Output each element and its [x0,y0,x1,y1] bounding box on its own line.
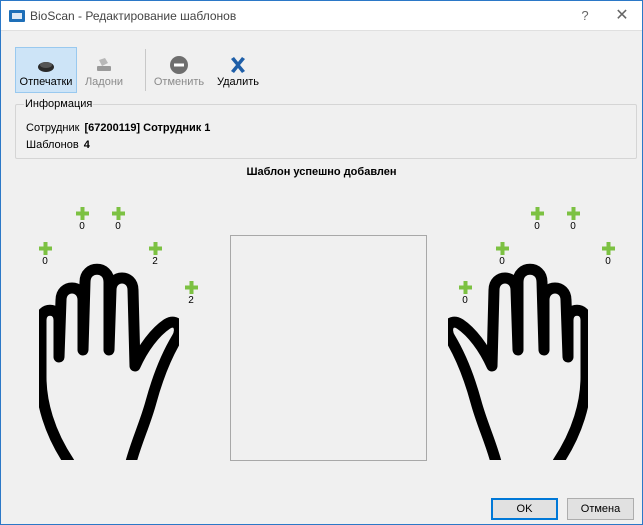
left-index-add[interactable]: 2 [143,242,167,267]
right-index-count: 0 [499,256,505,267]
templates-row: Шаблонов 4 [26,139,90,151]
add-plus-icon [458,281,472,294]
add-plus-icon [601,242,615,255]
left-middle-count: 0 [115,221,121,232]
cancel-button[interactable]: Отмена [567,498,634,520]
left-pinky-count: 0 [42,256,48,267]
add-plus-icon [111,207,125,220]
add-plus-icon [184,281,198,294]
add-plus-icon [148,242,162,255]
add-plus-icon [38,242,52,255]
templates-value: 4 [83,139,90,151]
left-thumb-add[interactable]: 2 [179,281,203,306]
bioscan-app-icon [9,10,25,22]
fingerprints-label: Отпечатки [19,76,73,88]
ok-button[interactable]: OK [491,498,558,520]
cancel-action-button[interactable]: Отменить [151,47,207,93]
fingerprint-preview [230,235,427,461]
left-thumb-count: 2 [188,295,194,306]
add-plus-icon [530,207,544,220]
fingerprint-scanner-icon [38,62,54,72]
close-button[interactable]: ✕ [611,5,633,27]
employee-row: Сотрудник [67200119] Сотрудник 1 [26,122,210,134]
window-title: BioScan - Редактирование шаблонов [30,9,237,23]
title-bar: BioScan - Редактирование шаблонов ? ✕ [1,1,642,31]
left-index-count: 2 [152,256,158,267]
delete-label: Удалить [217,76,259,88]
palms-button[interactable]: Ладони [79,47,129,93]
right-pinky-add[interactable]: 0 [596,242,620,267]
palm-scanner-icon [97,58,111,71]
status-message: Шаблон успешно добавлен [246,166,397,178]
right-index-add[interactable]: 0 [490,242,514,267]
left-pinky-add[interactable]: 0 [33,242,57,267]
delete-button[interactable]: Удалить [213,47,263,93]
employee-value: [67200119] Сотрудник 1 [84,122,211,134]
palms-label: Ладони [84,76,124,88]
right-middle-add[interactable]: 0 [525,207,549,232]
info-groupbox: Информация Сотрудник [67200119] Сотрудник… [15,98,637,159]
right-ring-count: 0 [570,221,576,232]
cancel-action-label: Отменить [153,76,205,88]
left-middle-add[interactable]: 0 [106,207,130,232]
add-plus-icon [75,207,89,220]
templates-label: Шаблонов [26,139,79,151]
right-pinky-count: 0 [605,256,611,267]
employee-label: Сотрудник [26,122,80,134]
delete-x-icon [231,57,245,73]
fingerprints-button[interactable]: Отпечатки [15,47,77,93]
right-thumb-add[interactable]: 0 [453,281,477,306]
left-hand-icon [39,263,179,460]
right-thumb-count: 0 [462,295,468,306]
left-ring-add[interactable]: 0 [70,207,94,232]
info-legend: Информация [24,98,94,110]
left-ring-count: 0 [79,221,85,232]
toolbar-separator [145,49,146,91]
dialog-window: BioScan - Редактирование шаблонов ? ✕ От… [0,0,643,525]
add-plus-icon [566,207,580,220]
right-middle-count: 0 [534,221,540,232]
add-plus-icon [495,242,509,255]
right-ring-add[interactable]: 0 [561,207,585,232]
minus-circle-icon [170,56,188,74]
help-button[interactable]: ? [574,5,596,27]
